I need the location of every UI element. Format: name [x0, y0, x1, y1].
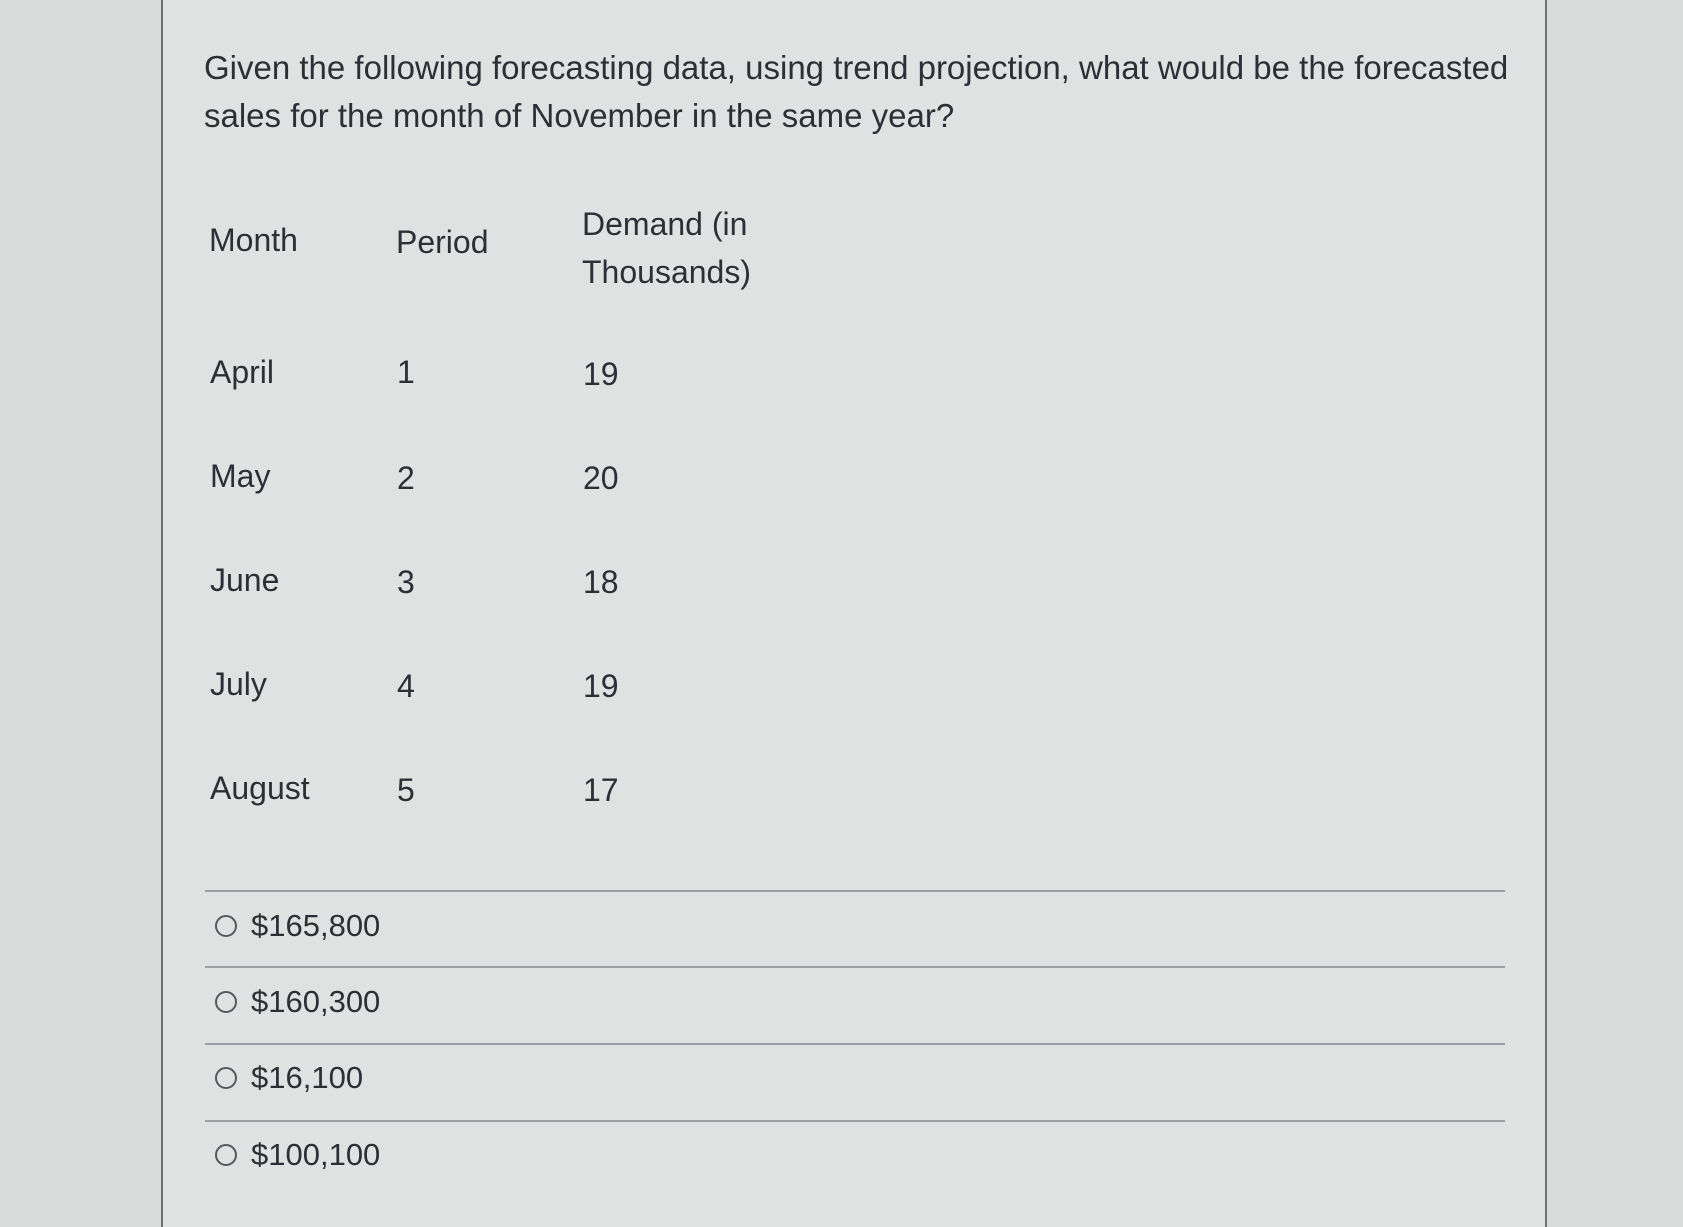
cell-month: May — [210, 458, 271, 494]
cell-period: 3 — [397, 564, 415, 600]
cell-demand: 17 — [583, 772, 619, 808]
option-divider — [205, 1043, 1505, 1045]
cell-demand: 20 — [583, 460, 619, 496]
option-divider — [205, 890, 1505, 892]
header-period: Period — [396, 224, 489, 260]
cell-period: 2 — [397, 460, 415, 496]
answer-option-label: $160,300 — [251, 984, 381, 1019]
cell-period: 4 — [397, 668, 415, 704]
cell-demand: 18 — [583, 564, 619, 600]
answer-option[interactable]: $16,100 — [215, 1058, 363, 1098]
answer-option[interactable]: $160,300 — [215, 982, 380, 1022]
left-gutter — [0, 0, 162, 1227]
cell-month: June — [210, 562, 280, 598]
header-demand: Demand (in Thousands) — [582, 200, 751, 296]
radio-button[interactable] — [215, 991, 237, 1013]
answer-option-label: $16,100 — [251, 1060, 364, 1095]
cell-demand: 19 — [583, 356, 619, 392]
radio-button[interactable] — [215, 1067, 237, 1089]
cell-month: April — [210, 354, 275, 390]
cell-month: July — [210, 666, 267, 702]
answer-option[interactable]: $165,800 — [215, 906, 380, 946]
answer-option-label: $165,800 — [251, 908, 381, 943]
cell-period: 1 — [397, 354, 415, 390]
question-line-2: sales for the month of November in the s… — [204, 97, 955, 134]
radio-button[interactable] — [215, 915, 237, 937]
header-month: Month — [209, 222, 298, 258]
right-gutter — [1547, 0, 1683, 1227]
cell-month: August — [210, 770, 310, 806]
question-text: Given the following forecasting data, us… — [204, 44, 1534, 140]
cell-period: 5 — [397, 772, 415, 808]
radio-button[interactable] — [215, 1144, 237, 1166]
answer-option-label: $100,100 — [251, 1137, 381, 1172]
header-demand-line-2: Thousands) — [582, 254, 751, 290]
option-divider — [205, 1120, 1505, 1122]
option-divider — [205, 966, 1505, 968]
answer-option[interactable]: $100,100 — [215, 1135, 380, 1175]
cell-demand: 19 — [583, 668, 619, 704]
header-demand-line-1: Demand (in — [582, 206, 748, 242]
question-line-1: Given the following forecasting data, us… — [204, 49, 1509, 86]
